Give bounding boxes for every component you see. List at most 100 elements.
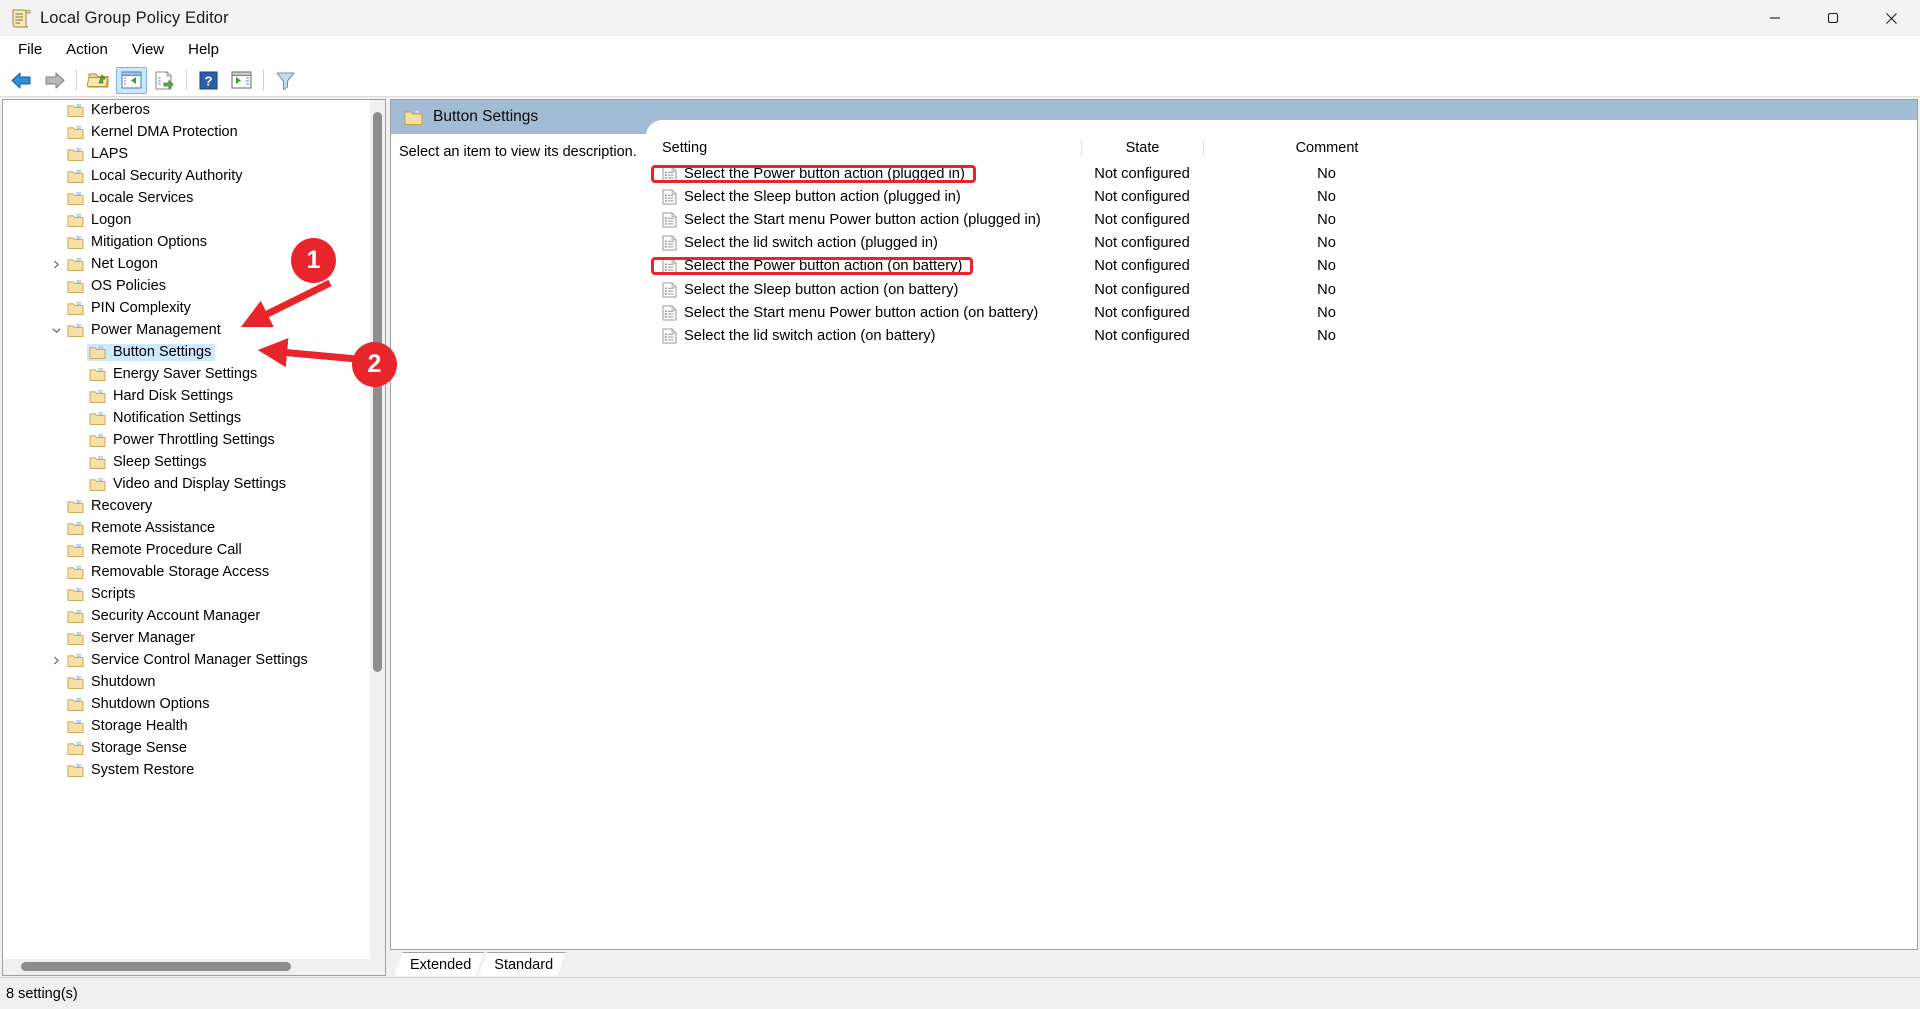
tree-item-content[interactable]: Remote Procedure Call: [65, 542, 246, 559]
tree-item-content[interactable]: Logon: [65, 212, 135, 229]
tree-item-notification-settings[interactable]: Notification Settings: [3, 407, 385, 429]
tree-item-content[interactable]: Kernel DMA Protection: [65, 124, 242, 141]
tree-item-content[interactable]: Mitigation Options: [65, 234, 211, 251]
tree-item-content[interactable]: Storage Sense: [65, 740, 191, 757]
column-header-state[interactable]: State: [1081, 140, 1203, 156]
settings-row-setting-cell[interactable]: Select the lid switch action (plugged in…: [654, 235, 1081, 251]
tree-item-video-and-display-settings[interactable]: Video and Display Settings: [3, 473, 385, 495]
tree-item-os-policies[interactable]: OS Policies: [3, 275, 385, 297]
tree-item-content[interactable]: Hard Disk Settings: [87, 388, 237, 405]
settings-row[interactable]: Select the Power button action (plugged …: [654, 162, 1917, 185]
menu-file[interactable]: File: [6, 38, 54, 61]
export-list-icon[interactable]: [149, 67, 180, 94]
tree-item-content[interactable]: Shutdown Options: [65, 696, 214, 713]
tree-horizontal-scrollbar[interactable]: [3, 959, 385, 975]
tree-item-content[interactable]: OS Policies: [65, 278, 170, 295]
tree-item-content[interactable]: Remote Assistance: [65, 520, 219, 537]
tree-item-content[interactable]: Security Account Manager: [65, 608, 264, 625]
chevron-down-icon[interactable]: [47, 319, 65, 341]
column-header-comment[interactable]: Comment: [1203, 140, 1450, 156]
tree-item-laps[interactable]: LAPS: [3, 143, 385, 165]
settings-row-setting-cell[interactable]: Select the Power button action (plugged …: [654, 166, 1081, 182]
tree-item-storage-sense[interactable]: Storage Sense: [3, 737, 385, 759]
tree-item-content[interactable]: Power Throttling Settings: [87, 432, 279, 449]
maximize-button[interactable]: [1804, 0, 1862, 36]
help-icon[interactable]: ?: [193, 67, 224, 94]
menu-action[interactable]: Action: [54, 38, 120, 61]
show-hide-console-tree-icon[interactable]: [116, 66, 147, 94]
tree-vertical-scrollbar[interactable]: [370, 100, 385, 959]
settings-row-setting-cell[interactable]: Select the Power button action (on batte…: [654, 258, 1081, 274]
tree-item-hard-disk-settings[interactable]: Hard Disk Settings: [3, 385, 385, 407]
back-icon[interactable]: [6, 67, 37, 94]
forward-icon[interactable]: [39, 67, 70, 94]
tree-item-locale-services[interactable]: Locale Services: [3, 187, 385, 209]
tree-item-content[interactable]: Energy Saver Settings: [87, 366, 261, 383]
tree-item-power-management[interactable]: Power Management: [3, 319, 385, 341]
tree-item-system-restore[interactable]: System Restore: [3, 759, 385, 781]
chevron-right-icon[interactable]: [47, 253, 65, 275]
tree-item-pin-complexity[interactable]: PIN Complexity: [3, 297, 385, 319]
tree-item-content[interactable]: Notification Settings: [87, 410, 245, 427]
tree-item-sleep-settings[interactable]: Sleep Settings: [3, 451, 385, 473]
tree-item-security-account-manager[interactable]: Security Account Manager: [3, 605, 385, 627]
column-header-setting[interactable]: Setting: [654, 140, 1081, 156]
tree-item-remote-procedure-call[interactable]: Remote Procedure Call: [3, 539, 385, 561]
tab-extended[interactable]: Extended: [394, 952, 484, 976]
close-button[interactable]: [1862, 0, 1920, 36]
settings-row-setting-cell[interactable]: Select the Start menu Power button actio…: [654, 212, 1081, 228]
tab-standard[interactable]: Standard: [478, 952, 566, 976]
menu-help[interactable]: Help: [176, 38, 231, 61]
settings-row[interactable]: Select the lid switch action (on battery…: [654, 324, 1917, 347]
tree-item-power-throttling-settings[interactable]: Power Throttling Settings: [3, 429, 385, 451]
tree-item-content[interactable]: Net Logon: [65, 256, 162, 273]
tree-item-content[interactable]: Shutdown: [65, 674, 160, 691]
tree-item-logon[interactable]: Logon: [3, 209, 385, 231]
tree-item-content[interactable]: Local Security Authority: [65, 168, 247, 185]
settings-row[interactable]: Select the Start menu Power button actio…: [654, 301, 1917, 324]
tree-item-content[interactable]: Kerberos: [65, 102, 154, 119]
settings-row[interactable]: Select the Power button action (on batte…: [654, 255, 1917, 278]
tree-horizontal-scrollbar-thumb[interactable]: [21, 962, 291, 971]
settings-row[interactable]: Select the Sleep button action (plugged …: [654, 185, 1917, 208]
settings-row[interactable]: Select the Start menu Power button actio…: [654, 208, 1917, 231]
tree-item-button-settings[interactable]: Button Settings: [3, 341, 385, 363]
filter-icon[interactable]: [270, 67, 301, 94]
settings-row[interactable]: Select the Sleep button action (on batte…: [654, 278, 1917, 301]
settings-row[interactable]: Select the lid switch action (plugged in…: [654, 232, 1917, 255]
tree-item-recovery[interactable]: Recovery: [3, 495, 385, 517]
tree-item-removable-storage-access[interactable]: Removable Storage Access: [3, 561, 385, 583]
tree-item-content[interactable]: Locale Services: [65, 190, 197, 207]
tree-item-remote-assistance[interactable]: Remote Assistance: [3, 517, 385, 539]
tree-item-shutdown[interactable]: Shutdown: [3, 671, 385, 693]
tree-item-content[interactable]: Power Management: [65, 322, 225, 339]
tree-item-content[interactable]: Video and Display Settings: [87, 476, 290, 493]
tree-vertical-scrollbar-thumb[interactable]: [373, 112, 382, 672]
minimize-button[interactable]: [1746, 0, 1804, 36]
settings-row-setting-cell[interactable]: Select the lid switch action (on battery…: [654, 328, 1081, 344]
show-hide-action-pane-icon[interactable]: [226, 67, 257, 94]
tree-item-content[interactable]: LAPS: [65, 146, 132, 163]
tree-item-kerberos[interactable]: Kerberos: [3, 100, 385, 121]
chevron-right-icon[interactable]: [47, 649, 65, 671]
tree-item-energy-saver-settings[interactable]: Energy Saver Settings: [3, 363, 385, 385]
tree-item-content[interactable]: Recovery: [65, 498, 156, 515]
tree-item-local-security-authority[interactable]: Local Security Authority: [3, 165, 385, 187]
tree-item-content[interactable]: Server Manager: [65, 630, 199, 647]
tree-item-scripts[interactable]: Scripts: [3, 583, 385, 605]
tree-item-content[interactable]: Scripts: [65, 586, 139, 603]
tree-item-kernel-dma-protection[interactable]: Kernel DMA Protection: [3, 121, 385, 143]
tree-item-shutdown-options[interactable]: Shutdown Options: [3, 693, 385, 715]
tree-item-content[interactable]: Service Control Manager Settings: [65, 652, 312, 669]
up-one-level-folder-icon[interactable]: [83, 67, 114, 94]
settings-row-setting-cell[interactable]: Select the Sleep button action (plugged …: [654, 189, 1081, 205]
tree-item-content[interactable]: PIN Complexity: [65, 300, 195, 317]
tree-item-content[interactable]: Storage Health: [65, 718, 192, 735]
tree-item-content[interactable]: Button Settings: [87, 343, 216, 361]
tree-item-content[interactable]: Removable Storage Access: [65, 564, 273, 581]
tree-item-server-manager[interactable]: Server Manager: [3, 627, 385, 649]
settings-row-setting-cell[interactable]: Select the Sleep button action (on batte…: [654, 282, 1081, 298]
tree-item-service-control-manager-settings[interactable]: Service Control Manager Settings: [3, 649, 385, 671]
tree-item-storage-health[interactable]: Storage Health: [3, 715, 385, 737]
settings-row-setting-cell[interactable]: Select the Start menu Power button actio…: [654, 305, 1081, 321]
